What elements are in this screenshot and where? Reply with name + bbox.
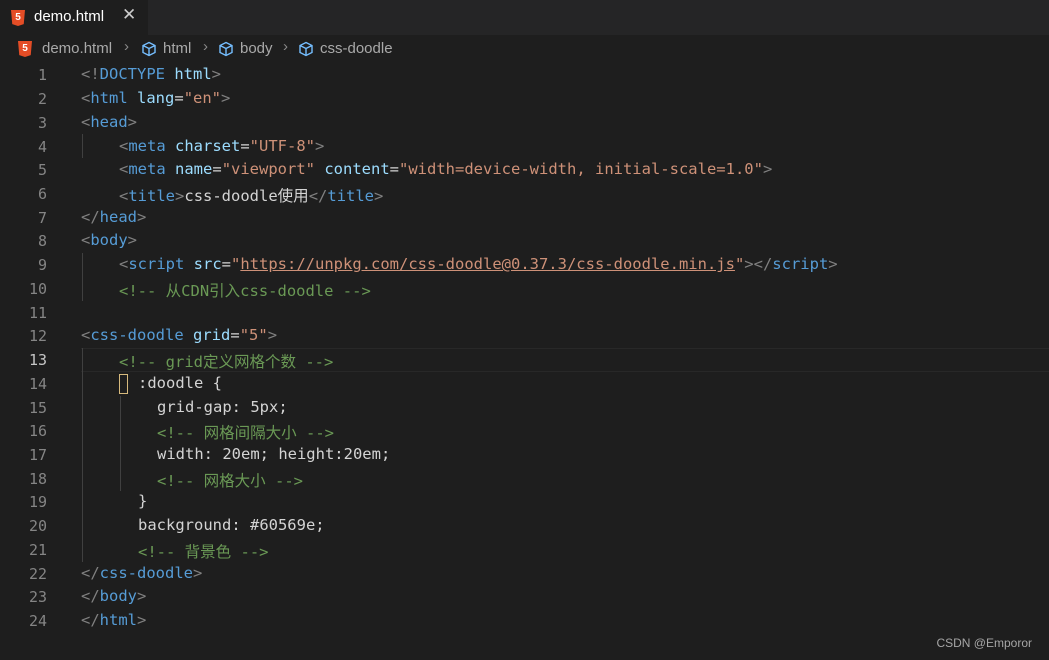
close-icon[interactable]: ✕ bbox=[122, 5, 136, 25]
symbol-element-icon bbox=[142, 41, 156, 57]
line-number: 5 bbox=[37, 161, 47, 179]
code-editor[interactable]: 1 2 3 4 5 6 7 8 9 10 11 12 13 14 15 16 1… bbox=[0, 62, 1049, 660]
code-line: </head> bbox=[81, 208, 147, 226]
line-number: 15 bbox=[28, 399, 47, 417]
code-line: <head> bbox=[81, 113, 138, 131]
line-number: 4 bbox=[37, 138, 47, 156]
chevron-right-icon: › bbox=[124, 38, 129, 55]
line-number: 18 bbox=[28, 470, 47, 488]
line-number: 21 bbox=[28, 541, 47, 559]
code-line: <!-- 网格间隔大小 --> bbox=[157, 424, 334, 442]
breadcrumb-file[interactable]: demo.html bbox=[42, 40, 112, 57]
code-line: </html> bbox=[81, 611, 147, 629]
code-line: <!-- grid定义网格个数 --> bbox=[119, 353, 334, 371]
line-number: 8 bbox=[37, 232, 47, 250]
line-number: 12 bbox=[28, 327, 47, 345]
breadcrumb-item-css-doodle[interactable]: css-doodle bbox=[320, 40, 393, 57]
line-number: 20 bbox=[28, 517, 47, 535]
code-line: } bbox=[138, 492, 148, 510]
watermark: CSDN @Emporor bbox=[936, 636, 1032, 650]
breadcrumb-item-html[interactable]: html bbox=[163, 40, 191, 57]
line-number: 22 bbox=[28, 565, 47, 583]
line-number: 3 bbox=[37, 114, 47, 132]
chevron-right-icon: › bbox=[283, 38, 288, 55]
tab-demo-html[interactable]: 5 demo.html ✕ bbox=[0, 0, 148, 36]
html5-file-icon: 5 bbox=[18, 41, 32, 57]
code-line: <!-- 网格大小 --> bbox=[157, 472, 303, 490]
tab-label: demo.html bbox=[34, 8, 105, 25]
line-number: 9 bbox=[37, 256, 47, 274]
code-line: width: 20em; height:20em; bbox=[157, 445, 391, 463]
code-line: <meta charset="UTF-8"> bbox=[119, 137, 325, 155]
code-line: <html lang="en"> bbox=[81, 89, 231, 107]
line-number: 24 bbox=[28, 612, 47, 630]
line-number: 13 bbox=[28, 351, 47, 369]
line-number: 1 bbox=[37, 66, 47, 84]
code-line: :doodle { bbox=[138, 374, 222, 392]
line-number: 10 bbox=[28, 280, 47, 298]
symbol-element-icon bbox=[219, 41, 233, 57]
line-number: 19 bbox=[28, 493, 47, 511]
line-number: 16 bbox=[28, 422, 47, 440]
code-line: <meta name="viewport" content="width=dev… bbox=[119, 160, 773, 178]
code-line: <css-doodle grid="5"> bbox=[81, 326, 278, 344]
code-line: </css-doodle> bbox=[81, 564, 203, 582]
tab-bar: 5 demo.html ✕ bbox=[0, 0, 1049, 36]
breadcrumb: 5 demo.html › html › body › css-doodle bbox=[0, 35, 1049, 62]
code-line: </body> bbox=[81, 587, 147, 605]
line-number: 23 bbox=[28, 588, 47, 606]
line-number: 6 bbox=[37, 185, 47, 203]
symbol-element-icon bbox=[299, 41, 313, 57]
html5-file-icon: 5 bbox=[11, 10, 25, 26]
script-src-link[interactable]: https://unpkg.com/css-doodle@0.37.3/css-… bbox=[240, 255, 735, 273]
line-number: 7 bbox=[37, 209, 47, 227]
code-line: <script src="https://unpkg.com/css-doodl… bbox=[119, 255, 838, 273]
code-line: background: #60569e; bbox=[138, 516, 325, 534]
line-number: 11 bbox=[28, 304, 47, 322]
code-line: grid-gap: 5px; bbox=[157, 398, 288, 416]
code-line: <!-- 从CDN引入css-doodle --> bbox=[119, 282, 371, 300]
line-number: 14 bbox=[28, 375, 47, 393]
breadcrumb-item-body[interactable]: body bbox=[240, 40, 273, 57]
code-line: <!DOCTYPE html> bbox=[81, 65, 222, 83]
line-number: 17 bbox=[28, 446, 47, 464]
code-line: <!-- 背景色 --> bbox=[138, 543, 269, 561]
code-line: <title>css-doodle使用</title> bbox=[119, 187, 384, 205]
code-line: <body> bbox=[81, 231, 138, 249]
line-number: 2 bbox=[37, 90, 47, 108]
chevron-right-icon: › bbox=[203, 38, 208, 55]
